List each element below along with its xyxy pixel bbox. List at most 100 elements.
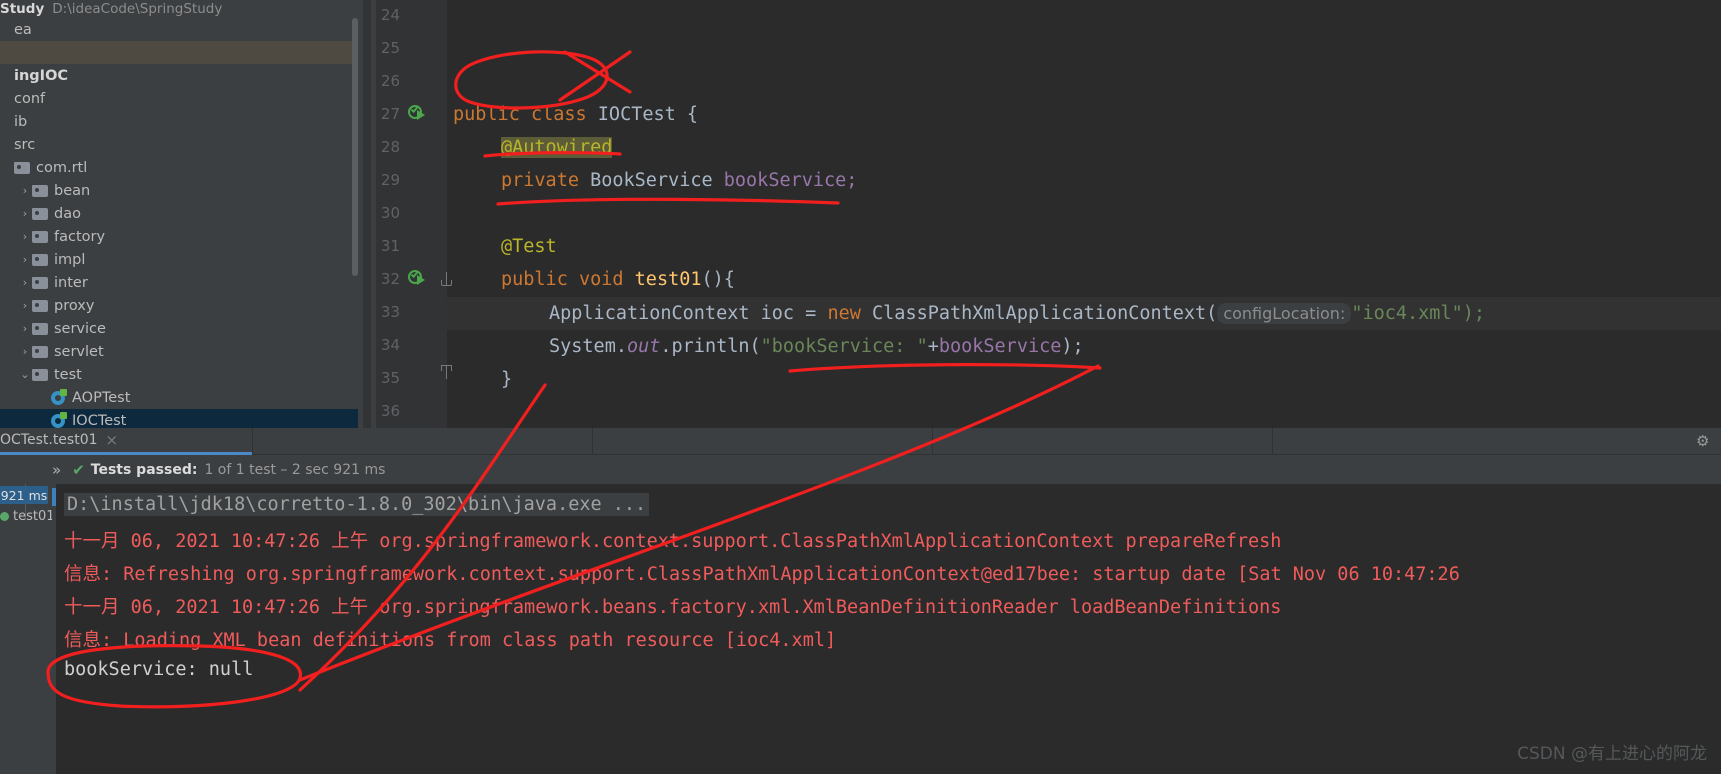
tree-item-label: service bbox=[54, 320, 106, 337]
tree-item-aoptest[interactable]: AOPTest bbox=[0, 386, 358, 409]
class-system: System. bbox=[549, 336, 627, 357]
tree-item-label: com.rtl bbox=[36, 159, 88, 176]
type-bookservice: BookService bbox=[590, 170, 724, 191]
static-out: out bbox=[626, 336, 661, 357]
tree-item-label: bean bbox=[54, 182, 91, 199]
code-line-32: public void test01(){ bbox=[453, 263, 735, 296]
tree-item-conf[interactable]: conf bbox=[0, 87, 358, 110]
tree-item-ingioc[interactable]: ingIOC bbox=[0, 64, 358, 87]
kw-public: public bbox=[453, 104, 531, 125]
tree-item-label: AOPTest bbox=[72, 389, 131, 406]
console-line-err-3: 十一月 06, 2021 10:47:26 上午 org.springframe… bbox=[64, 597, 1282, 618]
code-line-33: ApplicationContext ioc = new ClassPathXm… bbox=[453, 297, 1485, 330]
line-number-26: 26 bbox=[380, 72, 400, 90]
tree-item-label: test bbox=[54, 366, 82, 383]
test-result-item-test01[interactable]: test01 bbox=[0, 509, 55, 524]
tree-item-impl[interactable]: › impl bbox=[0, 248, 358, 271]
test-results-tree[interactable]: 921 ms test01 bbox=[0, 484, 55, 774]
console-line-err-2: 信息: Refreshing org.springframework.conte… bbox=[64, 564, 1460, 585]
line-number-24: 24 bbox=[380, 6, 400, 24]
kw-void: void bbox=[578, 269, 635, 290]
field-bookservice: bookService; bbox=[723, 170, 858, 191]
test-status-row: » ✔ Tests passed: 1 of 1 test – 2 sec 92… bbox=[0, 456, 1721, 484]
tree-item-ib[interactable]: ib bbox=[0, 110, 358, 133]
chevron-right-icon[interactable]: › bbox=[18, 207, 32, 220]
tree-item-test[interactable]: ⌄ test bbox=[0, 363, 358, 386]
run-tab-label: OCTest.test01 bbox=[0, 432, 98, 448]
tree-item-src[interactable]: src bbox=[0, 133, 358, 156]
line-number-36: 36 bbox=[380, 402, 400, 420]
console-line-row: 信息: Refreshing org.springframework.conte… bbox=[64, 560, 1460, 586]
var-ioc: ioc bbox=[760, 303, 795, 324]
console-line-marker bbox=[52, 488, 56, 506]
folder-icon bbox=[32, 184, 48, 197]
tree-item-com-rtl[interactable]: com.rtl bbox=[0, 156, 358, 179]
param-hint-configlocation: configLocation: bbox=[1217, 303, 1352, 324]
tree-item-service[interactable]: › service bbox=[0, 317, 358, 340]
tests-passed-detail: 1 of 1 test – 2 sec 921 ms bbox=[204, 462, 386, 478]
folder-icon bbox=[32, 253, 48, 266]
code-editor[interactable]: 24252627282930313233343536 p bbox=[363, 0, 1721, 428]
gear-icon[interactable]: ⚙ bbox=[1696, 434, 1711, 449]
console-line-cmd-0: D:\install\jdk18\corretto-1.8.0_302\bin\… bbox=[64, 493, 650, 516]
concat-op: + bbox=[927, 336, 939, 357]
run-test-class-icon[interactable] bbox=[408, 105, 425, 122]
folder-icon bbox=[32, 276, 48, 289]
line-number-28: 28 bbox=[380, 138, 400, 156]
line-number-34: 34 bbox=[380, 336, 400, 354]
run-test-method-icon[interactable] bbox=[408, 270, 425, 287]
test-marker-icon bbox=[60, 388, 67, 396]
run-icon-play bbox=[417, 275, 425, 285]
tree-item-label: ib bbox=[14, 113, 28, 130]
line-number-32: 32 bbox=[380, 270, 400, 288]
chevron-right-icon[interactable]: › bbox=[18, 253, 32, 266]
tree-item-factory[interactable]: › factory bbox=[0, 225, 358, 248]
class-name-ioctest: IOCTest { bbox=[597, 104, 699, 125]
chevron-right-icon[interactable]: › bbox=[18, 276, 32, 289]
chevron-right-icon[interactable]: › bbox=[18, 345, 32, 358]
tree-item-dao[interactable]: › dao bbox=[0, 202, 358, 225]
tree-item-servlet[interactable]: › servlet bbox=[0, 340, 358, 363]
folder-icon bbox=[32, 230, 48, 243]
tree-item-label: ingIOC bbox=[14, 67, 69, 84]
chevron-right-icon[interactable]: › bbox=[18, 184, 32, 197]
chevron-right-icon[interactable]: › bbox=[18, 322, 32, 335]
run-tool-window: OCTest.test01 × ⚙ » ✔ Tests passed: 1 of… bbox=[0, 428, 1721, 774]
close-icon[interactable]: × bbox=[106, 431, 119, 449]
project-tree-scrollbar[interactable] bbox=[352, 18, 358, 276]
project-path: D:\ideaCode\SpringStudy bbox=[52, 1, 223, 17]
chevron-down-icon[interactable]: ⌄ bbox=[18, 368, 32, 381]
code-text-area[interactable]: public class IOCTest { @Autowired privat… bbox=[447, 0, 1721, 428]
code-line-29: private BookService bookService; bbox=[453, 164, 857, 197]
console-line-row: bookService: null bbox=[64, 659, 253, 680]
chevron-right-icon[interactable]: › bbox=[18, 299, 32, 312]
console-line-row: 信息: Loading XML bean definitions from cl… bbox=[64, 626, 836, 652]
line-number-31: 31 bbox=[380, 237, 400, 255]
tree-item-label: proxy bbox=[54, 297, 95, 314]
tree-item-label: conf bbox=[14, 90, 46, 107]
tree-item-bean[interactable]: › bean bbox=[0, 179, 358, 202]
code-line-35: } bbox=[453, 363, 512, 396]
line-number-25: 25 bbox=[380, 39, 400, 57]
tests-passed-label: Tests passed: bbox=[90, 462, 198, 478]
tree-item-inter[interactable]: › inter bbox=[0, 271, 358, 294]
expand-chevron-icon[interactable]: » bbox=[52, 461, 61, 479]
chevron-right-icon[interactable]: › bbox=[18, 230, 32, 243]
console-line-out-5: bookService: null bbox=[64, 659, 254, 680]
tests-passed-check-icon: ✔ bbox=[72, 461, 85, 479]
tree-item-ea[interactable]: ea bbox=[0, 18, 358, 41]
tree-item-proxy[interactable]: › proxy bbox=[0, 294, 358, 317]
editor-gutter[interactable]: 24 25 26 27 28 29 30 31 32 33 34 35 36 bbox=[363, 0, 452, 428]
project-tree-panel[interactable]: ea ingIOC conf ib src com.rtl › bean › dao › factor… bbox=[0, 18, 358, 428]
tree-item-label: impl bbox=[54, 251, 86, 268]
tree-item-label: factory bbox=[54, 228, 106, 245]
console-output[interactable]: D:\install\jdk18\corretto-1.8.0_302\bin\… bbox=[52, 484, 1721, 774]
csdn-watermark: CSDN @有上进心的阿龙 bbox=[1517, 744, 1707, 764]
tree-item-label: ea bbox=[14, 21, 32, 38]
folder-icon bbox=[32, 207, 48, 220]
code-line-31: @Test bbox=[453, 230, 557, 263]
tree-item-ioctest[interactable]: IOCTest bbox=[0, 409, 358, 428]
tree-item-blank[interactable] bbox=[0, 41, 358, 64]
run-tab-ioctest-test01[interactable]: OCTest.test01 × bbox=[0, 428, 252, 455]
run-tab-bar[interactable]: OCTest.test01 × ⚙ bbox=[0, 428, 1721, 455]
